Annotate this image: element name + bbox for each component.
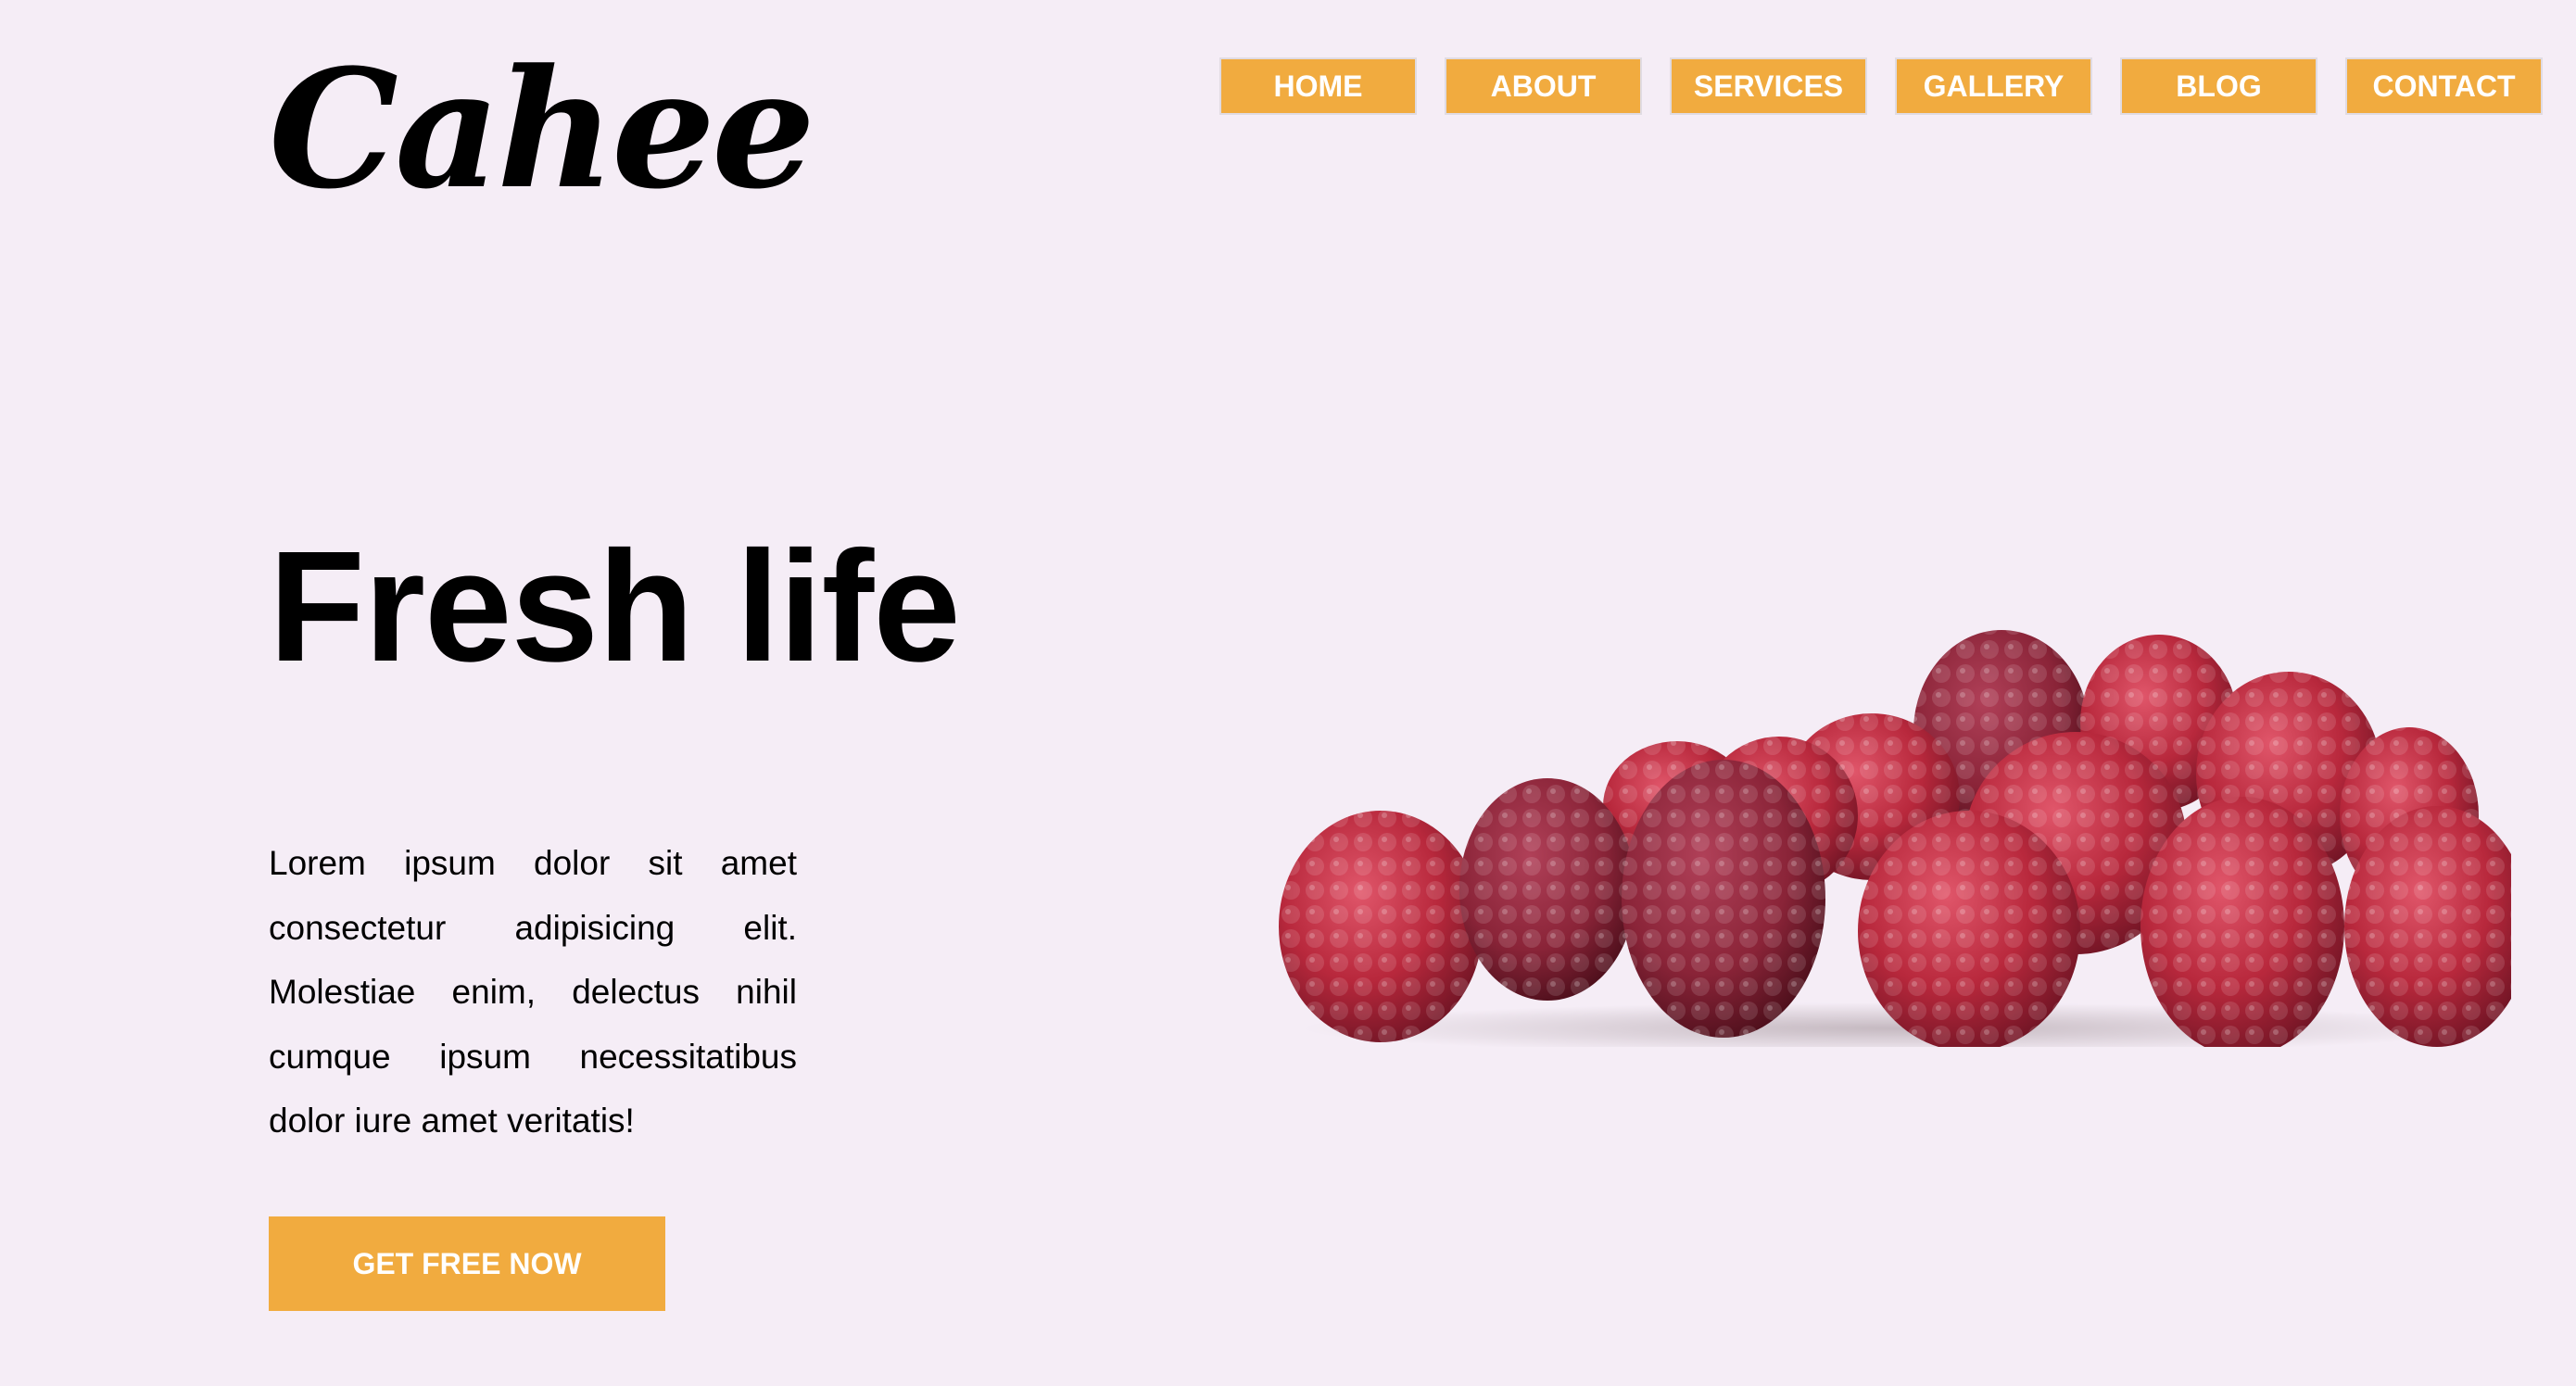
nav-blog-button[interactable]: BLOG bbox=[2120, 57, 2317, 115]
raspberries-image bbox=[1279, 630, 2511, 1047]
main-nav: HOME ABOUT SERVICES GALLERY BLOG CONTACT bbox=[1219, 57, 2543, 115]
nav-contact-button[interactable]: CONTACT bbox=[2345, 57, 2543, 115]
raspberry-texture-9 bbox=[1279, 811, 1483, 1042]
nav-gallery-button[interactable]: GALLERY bbox=[1895, 57, 2092, 115]
raspberry-texture-12 bbox=[1858, 811, 2080, 1047]
raspberry-texture-10 bbox=[1459, 778, 1635, 1001]
nav-about-button[interactable]: ABOUT bbox=[1445, 57, 1642, 115]
get-free-now-button[interactable]: GET FREE NOW bbox=[269, 1216, 665, 1311]
hero-description: Lorem ipsum dolor sit amet consectetur a… bbox=[269, 844, 797, 1140]
nav-home-button[interactable]: HOME bbox=[1219, 57, 1417, 115]
raspberry-texture-13 bbox=[2140, 797, 2344, 1047]
brand-logo[interactable]: Cahee bbox=[269, 37, 815, 222]
nav-services-button[interactable]: SERVICES bbox=[1670, 57, 1867, 115]
raspberry-texture-11 bbox=[1622, 760, 1825, 1038]
hero-title: Fresh life bbox=[269, 519, 961, 695]
